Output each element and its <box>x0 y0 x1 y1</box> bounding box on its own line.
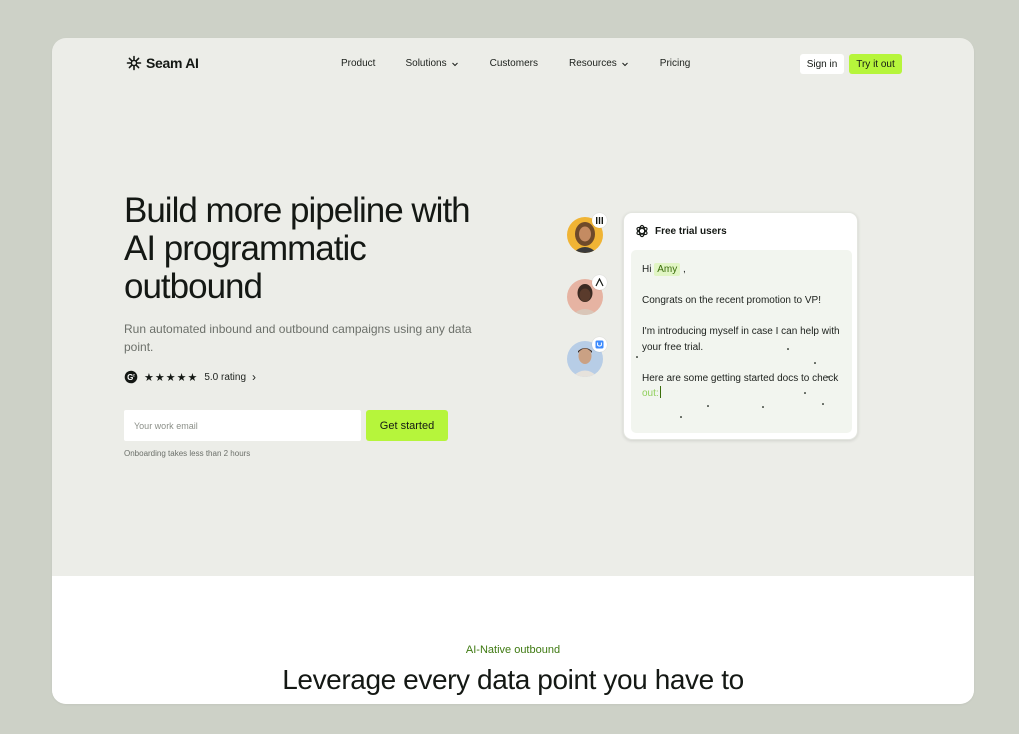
typing-text: out: <box>642 388 659 399</box>
features-section: AI-Native outbound Leverage every data p… <box>52 576 974 704</box>
company-badge-icon <box>592 337 607 352</box>
openai-icon <box>636 224 648 238</box>
browser-frame: Seam AI Product Solutions Customers Reso… <box>52 38 974 704</box>
nav-label: Product <box>341 58 376 69</box>
hero-title-line: Build more pipeline with <box>124 191 471 230</box>
top-nav: Seam AI Product Solutions Customers Reso… <box>52 38 974 90</box>
rating-link[interactable]: G 2 ★★★★★ 5.0 rating › <box>124 370 256 384</box>
get-started-button[interactable]: Get started <box>366 410 448 441</box>
sparkle-dot <box>636 356 638 358</box>
company-badge-icon <box>592 213 607 228</box>
try-it-out-button[interactable]: Try it out <box>849 54 902 74</box>
sparkle-dot <box>762 406 764 408</box>
nav-link-customers[interactable]: Customers <box>490 58 538 69</box>
work-email-input[interactable] <box>124 410 361 441</box>
hero-subtitle: Run automated inbound and outbound campa… <box>124 322 472 354</box>
nav-label: Resources <box>568 58 617 69</box>
sparkle-dot <box>814 362 816 364</box>
greeting-text: Hi <box>642 264 652 275</box>
nav-label: Solutions <box>405 58 447 69</box>
seam-logo-icon <box>126 55 142 71</box>
email-line: I'm introducing myself in case I can hel… <box>642 326 840 353</box>
sparkle-dot <box>827 376 829 378</box>
email-line: Congrats on the recent promotion to VP! <box>642 295 821 306</box>
nav-label: Customers <box>489 58 538 69</box>
email-line-text: Here are some getting started docs to ch… <box>642 372 839 384</box>
brand-logo[interactable]: Seam AI <box>126 55 199 71</box>
email-line: Here are some getting started docs to ch… <box>642 371 841 402</box>
sparkle-dot <box>787 348 789 350</box>
avatar <box>567 337 607 377</box>
sparkle-dot <box>804 392 806 394</box>
chevron-down-icon <box>621 62 628 66</box>
onboarding-note: Onboarding takes less than 2 hours <box>124 449 251 458</box>
nav-link-pricing[interactable]: Pricing <box>660 58 691 69</box>
section-eyebrow: AI-Native outbound <box>465 644 561 656</box>
sign-in-button[interactable]: Sign in <box>800 54 844 74</box>
g2-icon: G 2 <box>124 370 138 384</box>
card-header: Free trial users <box>635 224 727 238</box>
nav-links: Product Solutions Customers Resources Pr… <box>341 58 690 69</box>
nav-label: Pricing <box>659 58 691 69</box>
nav-link-product[interactable]: Product <box>341 58 375 69</box>
personalization-token: Amy <box>654 263 681 276</box>
rating-stars: ★★★★★ <box>144 371 199 384</box>
sparkle-dot <box>707 405 709 407</box>
email-body: Hi Amy , Congrats on the recent promotio… <box>631 250 852 433</box>
email-preview-card: Free trial users Hi Amy , Congrats on th… <box>623 212 858 440</box>
rating-label: 5.0 rating <box>204 371 247 383</box>
greeting-punct: , <box>683 264 686 275</box>
hero-title-line: AI programmatic <box>124 229 367 268</box>
sparkle-dot <box>822 403 824 405</box>
text-cursor <box>659 386 661 398</box>
sparkle-dot <box>680 416 682 418</box>
avatar <box>567 275 607 315</box>
company-badge-icon <box>592 275 607 290</box>
nav-link-resources[interactable]: Resources <box>569 58 629 69</box>
nav-link-solutions[interactable]: Solutions <box>405 58 458 69</box>
card-title: Free trial users <box>655 225 727 237</box>
chevron-down-icon <box>451 62 458 66</box>
email-greeting: Hi Amy , <box>642 262 841 278</box>
hero-title-line: outbound <box>124 267 263 306</box>
section-title: Leverage every data point you have to <box>282 664 744 695</box>
hero-title: Build more pipeline with AI programmatic… <box>124 192 544 306</box>
avatar <box>567 213 607 253</box>
chevron-right-icon: › <box>252 370 257 384</box>
brand-name: Seam AI <box>146 55 199 71</box>
